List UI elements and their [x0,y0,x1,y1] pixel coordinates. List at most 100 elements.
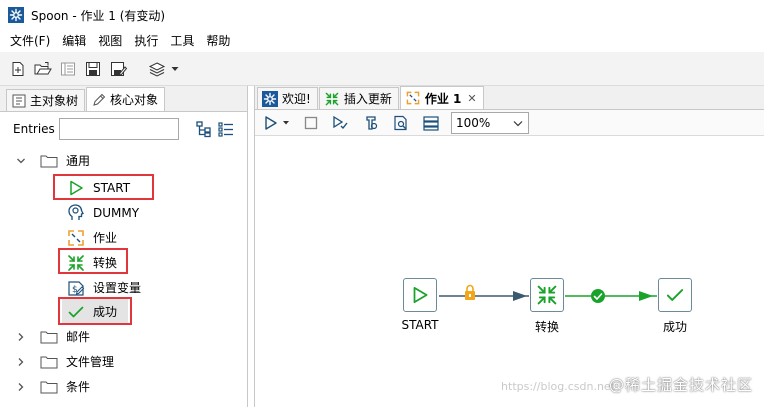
success-icon [666,289,684,301]
menu-edit[interactable]: 编辑 [56,30,92,52]
chevron-down-icon [513,120,523,126]
menu-run[interactable]: 执行 [128,30,164,52]
folder-icon [40,381,58,393]
spoon-app-icon [8,7,24,23]
dummy-icon [68,203,84,220]
save-as-button[interactable] [106,57,130,81]
tree-folder-file-management[interactable]: 文件管理 [0,349,246,374]
node-transformation[interactable] [530,278,564,312]
spoon-icon [262,90,278,107]
perspective-button[interactable] [145,57,183,81]
chevron-down-icon [171,66,179,71]
transformation-icon [68,254,84,271]
tab-job-1[interactable]: 作业 1 ✕ [399,86,484,109]
verify-icon [333,115,348,129]
tree-item-success-label: 成功 [93,305,118,319]
open-folder-icon [34,61,52,74]
script-icon [366,115,378,130]
tree-folder-conditions-label: 条件 [66,380,91,394]
node-start[interactable] [403,278,437,312]
tree-item-dummy[interactable]: DUMMY [0,200,246,225]
node-success[interactable] [658,278,692,312]
menu-bar: 文件(F) 编辑 视图 执行 工具 帮助 [0,30,764,52]
chevron-right-icon[interactable] [16,332,26,342]
tab-core-objects[interactable]: 核心对象 [86,87,166,111]
tab-job-1-label: 作业 1 [424,91,462,106]
job-icon [406,91,420,105]
save-button[interactable] [81,57,105,81]
play-icon [264,115,277,130]
zoom-value: 100% [456,115,491,130]
main-toolbar [0,52,764,86]
tab-welcome[interactable]: 欢迎! [257,87,318,109]
tree-item-job-label: 作业 [93,231,118,245]
folder-icon [40,356,58,368]
tab-insert-update[interactable]: 插入更新 [318,87,399,109]
left-panel: 主对象树 核心对象 Entries 通用 START DUMMY 作业 转换 $… [0,86,248,407]
new-file-button[interactable] [6,57,30,81]
layers-icon [148,61,166,77]
transformation-icon [537,285,557,305]
tree-item-set-variables-label: 设置变量 [93,281,142,295]
job-toolbar: 100% [255,110,764,136]
hop-lines [439,284,657,303]
lock-icon [465,284,475,300]
tree-item-dummy-label: DUMMY [93,205,140,220]
menu-tools[interactable]: 工具 [164,30,200,52]
tree-folder-mail[interactable]: 邮件 [0,324,246,349]
hop-arrowhead [513,291,527,301]
node-transformation-label: 转换 [534,320,559,334]
tab-insert-update-label: 插入更新 [343,92,392,106]
entries-search-input[interactable] [58,118,179,140]
tree-item-start[interactable]: START [0,175,246,200]
replay-button[interactable] [359,112,383,134]
window-title: Spoon - 作业 1 (有变动) [31,8,166,23]
database-explorer-button[interactable] [419,112,443,134]
chevron-down-icon[interactable] [16,156,26,166]
open-file-button[interactable] [31,57,55,81]
expand-list-icon[interactable] [217,120,235,138]
tree-folder-mail-label: 邮件 [66,330,91,344]
tree-folder-general-label: 通用 [66,154,91,168]
zoom-select[interactable]: 100% [451,111,529,134]
title-bar: Spoon - 作业 1 (有变动) [0,0,764,30]
close-tab-icon[interactable]: ✕ [467,92,476,105]
right-panel: 欢迎! 插入更新 作业 1 ✕ 100% START 转换 成功 https:/… [254,86,764,407]
stop-button[interactable] [299,112,323,134]
check-circle-icon [591,289,605,303]
chevron-right-icon[interactable] [16,382,26,392]
tree-item-success[interactable]: 成功 [0,299,246,324]
tab-main-object-tree[interactable]: 主对象树 [6,89,86,111]
hop-arrowhead [639,291,653,301]
sql-button[interactable] [389,112,413,134]
menu-view[interactable]: 视图 [92,30,128,52]
database-icon [423,115,439,131]
chevron-down-icon [282,120,289,124]
tree-item-job[interactable]: 作业 [0,225,246,250]
repository-icon [61,62,75,75]
menu-help[interactable]: 帮助 [200,30,236,52]
tab-main-object-tree-label: 主对象树 [30,94,79,108]
collapse-tree-icon[interactable] [195,120,213,138]
tab-core-objects-label: 核心对象 [110,93,159,107]
new-file-icon [12,61,24,76]
explore-repository-button[interactable] [56,57,80,81]
editor-tabs: 欢迎! 插入更新 作业 1 ✕ [255,86,764,110]
tree-item-transformation[interactable]: 转换 [0,250,246,275]
run-button[interactable] [259,112,293,134]
job-canvas[interactable]: START 转换 成功 https://blog.csdn.net @稀土掘金技… [255,136,763,407]
tree-icon [12,94,26,107]
menu-file[interactable]: 文件(F) [4,30,56,52]
stop-icon [304,116,318,129]
watermark-url: https://blog.csdn.net [501,380,615,393]
start-icon [70,180,83,195]
tree-folder-conditions[interactable]: 条件 [0,374,246,399]
verify-button[interactable] [329,112,353,134]
transformation-icon [325,92,339,105]
tab-welcome-label: 欢迎! [282,92,311,106]
tree-folder-general[interactable]: 通用 [0,148,246,173]
node-success-label: 成功 [662,320,687,334]
chevron-right-icon[interactable] [16,357,26,367]
tree-item-transformation-label: 转换 [93,256,118,270]
save-icon [86,61,100,76]
